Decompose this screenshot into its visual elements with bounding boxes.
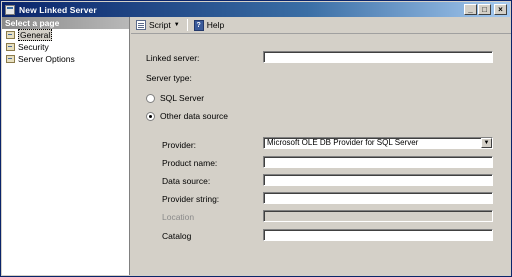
- sql-server-radio[interactable]: SQL Server: [146, 93, 204, 103]
- nav-item-security[interactable]: Security: [2, 41, 129, 53]
- data-source-input[interactable]: [263, 174, 493, 186]
- catalog-label: Catalog: [162, 231, 192, 241]
- provider-select[interactable]: Microsoft OLE DB Provider for SQL Server…: [263, 137, 493, 149]
- catalog-input[interactable]: [263, 229, 493, 241]
- location-input: [263, 210, 493, 222]
- chevron-down-icon[interactable]: ▼: [174, 22, 180, 28]
- linked-server-input[interactable]: [263, 51, 493, 63]
- product-name-input[interactable]: [263, 156, 493, 168]
- linked-server-label: Linked server:: [146, 53, 200, 63]
- nav-item-label: General: [18, 29, 53, 41]
- new-linked-server-window: New Linked Server _ □ × Select a page Ge…: [0, 0, 512, 277]
- window-title: New Linked Server: [19, 4, 97, 15]
- provider-string-input[interactable]: [263, 192, 493, 204]
- toolbar: Script ▼ ? Help: [131, 17, 511, 34]
- page-wrench-icon: [6, 55, 15, 63]
- script-label: Script: [149, 20, 171, 30]
- nav-item-general[interactable]: General: [2, 29, 129, 41]
- maximize-button[interactable]: □: [478, 4, 491, 15]
- nav-item-label: Security: [18, 42, 49, 52]
- chevron-down-icon[interactable]: ▼: [481, 138, 492, 148]
- script-icon: [136, 20, 146, 30]
- page-wrench-icon: [6, 43, 15, 51]
- provider-string-label: Provider string:: [162, 194, 220, 204]
- help-button[interactable]: ? Help: [192, 18, 226, 32]
- provider-label: Provider:: [162, 140, 197, 150]
- page-wrench-icon: [6, 31, 15, 39]
- toolbar-separator: [186, 19, 188, 31]
- data-source-label: Data source:: [162, 176, 211, 186]
- other-data-source-radio-label: Other data source: [160, 111, 229, 121]
- page-selector-pane: Select a page General Security Server Op…: [2, 17, 130, 275]
- server-type-label: Server type:: [146, 73, 192, 83]
- nav-item-server-options[interactable]: Server Options: [2, 53, 129, 65]
- nav-item-label: Server Options: [18, 54, 75, 64]
- provider-selected-value: Microsoft OLE DB Provider for SQL Server: [267, 138, 419, 147]
- window-icon: [5, 4, 15, 15]
- radio-button[interactable]: [146, 93, 155, 103]
- other-data-source-radio[interactable]: Other data source: [146, 111, 228, 121]
- general-page: Script ▼ ? Help Linked server: Server ty…: [131, 17, 511, 275]
- radio-button-selected[interactable]: [146, 111, 155, 121]
- title-bar[interactable]: New Linked Server _ □ ×: [2, 2, 510, 17]
- help-label: Help: [206, 20, 225, 30]
- help-icon: ?: [193, 19, 204, 31]
- location-label: Location: [162, 212, 195, 222]
- sql-server-radio-label: SQL Server: [160, 93, 205, 103]
- script-button[interactable]: Script ▼: [134, 18, 182, 32]
- product-name-label: Product name:: [162, 158, 218, 168]
- minimize-button[interactable]: _: [464, 4, 477, 15]
- select-page-header: Select a page: [2, 17, 129, 29]
- close-button[interactable]: ×: [494, 4, 507, 15]
- general-form: Linked server: Server type: SQL Server O…: [131, 35, 511, 275]
